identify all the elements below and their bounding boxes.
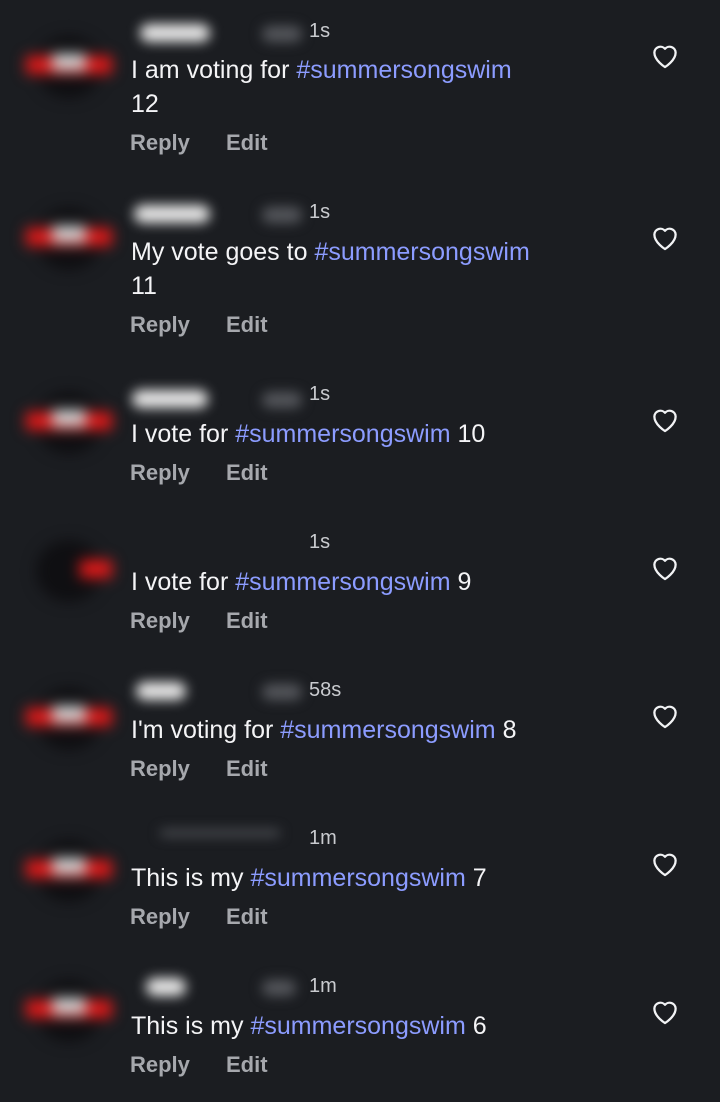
reply-button[interactable]: Reply — [130, 904, 190, 930]
reply-button[interactable]: Reply — [130, 756, 190, 782]
comment-text-prefix: This is my — [131, 864, 251, 892]
comment-text: I am voting for #summersongswim 12 — [131, 53, 621, 121]
username-redacted-secondary — [262, 980, 296, 996]
reply-button[interactable]: Reply — [130, 608, 190, 634]
heart-outline-icon[interactable] — [648, 994, 682, 1028]
reply-button[interactable]: Reply — [130, 130, 190, 156]
comment-text-suffix: 7 — [465, 864, 487, 892]
comment-text-suffix: 9 — [450, 568, 472, 596]
comment-timestamp: 58s — [309, 679, 342, 701]
edit-button[interactable]: Edit — [226, 608, 268, 634]
comment-timestamp: 1s — [309, 383, 331, 405]
hashtag-link[interactable]: #summersongswim — [235, 420, 450, 448]
hashtag-link[interactable]: #summersongswim — [296, 56, 511, 84]
comment-timestamp: 1s — [309, 201, 331, 223]
comment-text: I vote for #summersongswim 10 — [131, 417, 621, 451]
avatar[interactable] — [22, 540, 116, 602]
heart-outline-icon[interactable] — [648, 698, 682, 732]
comment-text-prefix: I vote for — [131, 420, 236, 448]
comment-text: This is my #summersongswim 6 — [131, 1009, 621, 1043]
comment-text-suffix: 10 — [450, 420, 486, 448]
heart-outline-icon[interactable] — [648, 550, 682, 584]
comment-text-prefix: I am voting for — [131, 56, 297, 84]
comment-text-prefix: This is my — [131, 1012, 251, 1040]
username-redacted-secondary — [262, 392, 302, 408]
edit-button[interactable]: Edit — [226, 130, 268, 156]
username-redacted[interactable] — [160, 830, 280, 836]
comment-text: My vote goes to #summersongswim 11 — [131, 235, 621, 303]
avatar[interactable] — [22, 688, 116, 750]
heart-outline-icon[interactable] — [648, 402, 682, 436]
comment-timestamp: 1m — [309, 975, 337, 997]
heart-outline-icon[interactable] — [648, 220, 682, 254]
username-redacted[interactable] — [146, 978, 186, 996]
comment-timestamp: 1s — [309, 20, 331, 42]
comment-timestamp: 1s — [309, 531, 331, 553]
comment-text-prefix: I'm voting for — [131, 716, 281, 744]
edit-button[interactable]: Edit — [226, 460, 268, 486]
username-redacted[interactable] — [140, 24, 210, 42]
edit-button[interactable]: Edit — [226, 312, 268, 338]
username-redacted-secondary — [262, 26, 302, 42]
username-redacted[interactable] — [136, 682, 186, 700]
hashtag-link[interactable]: #summersongswim — [250, 1012, 465, 1040]
comment-text-suffix: 12 — [131, 90, 159, 118]
comment-text-prefix: I vote for — [131, 568, 236, 596]
avatar[interactable] — [22, 208, 116, 270]
avatar[interactable] — [22, 840, 116, 902]
hashtag-link[interactable]: #summersongswim — [314, 238, 529, 266]
username-redacted[interactable] — [132, 390, 208, 408]
comment-text-suffix: 6 — [465, 1012, 487, 1040]
reply-button[interactable]: Reply — [130, 312, 190, 338]
reply-button[interactable]: Reply — [130, 460, 190, 486]
comment-text-prefix: My vote goes to — [131, 238, 315, 266]
comment-text: I'm voting for #summersongswim 8 — [131, 713, 621, 747]
comment-text-suffix: 8 — [495, 716, 517, 744]
avatar[interactable] — [22, 980, 116, 1042]
username-redacted[interactable] — [134, 205, 210, 223]
heart-outline-icon[interactable] — [648, 846, 682, 880]
edit-button[interactable]: Edit — [226, 904, 268, 930]
comment-text-suffix: 11 — [131, 272, 157, 300]
reply-button[interactable]: Reply — [130, 1052, 190, 1078]
avatar[interactable] — [22, 392, 116, 454]
edit-button[interactable]: Edit — [226, 756, 268, 782]
comment-text: I vote for #summersongswim 9 — [131, 565, 621, 599]
avatar[interactable] — [22, 36, 116, 98]
username-redacted-secondary — [262, 684, 302, 700]
comment-text: This is my #summersongswim 7 — [131, 861, 621, 895]
hashtag-link[interactable]: #summersongswim — [235, 568, 450, 596]
username-redacted-secondary — [262, 207, 302, 223]
hashtag-link[interactable]: #summersongswim — [250, 864, 465, 892]
comment-timestamp: 1m — [309, 827, 337, 849]
edit-button[interactable]: Edit — [226, 1052, 268, 1078]
heart-outline-icon[interactable] — [648, 38, 682, 72]
hashtag-link[interactable]: #summersongswim — [280, 716, 495, 744]
